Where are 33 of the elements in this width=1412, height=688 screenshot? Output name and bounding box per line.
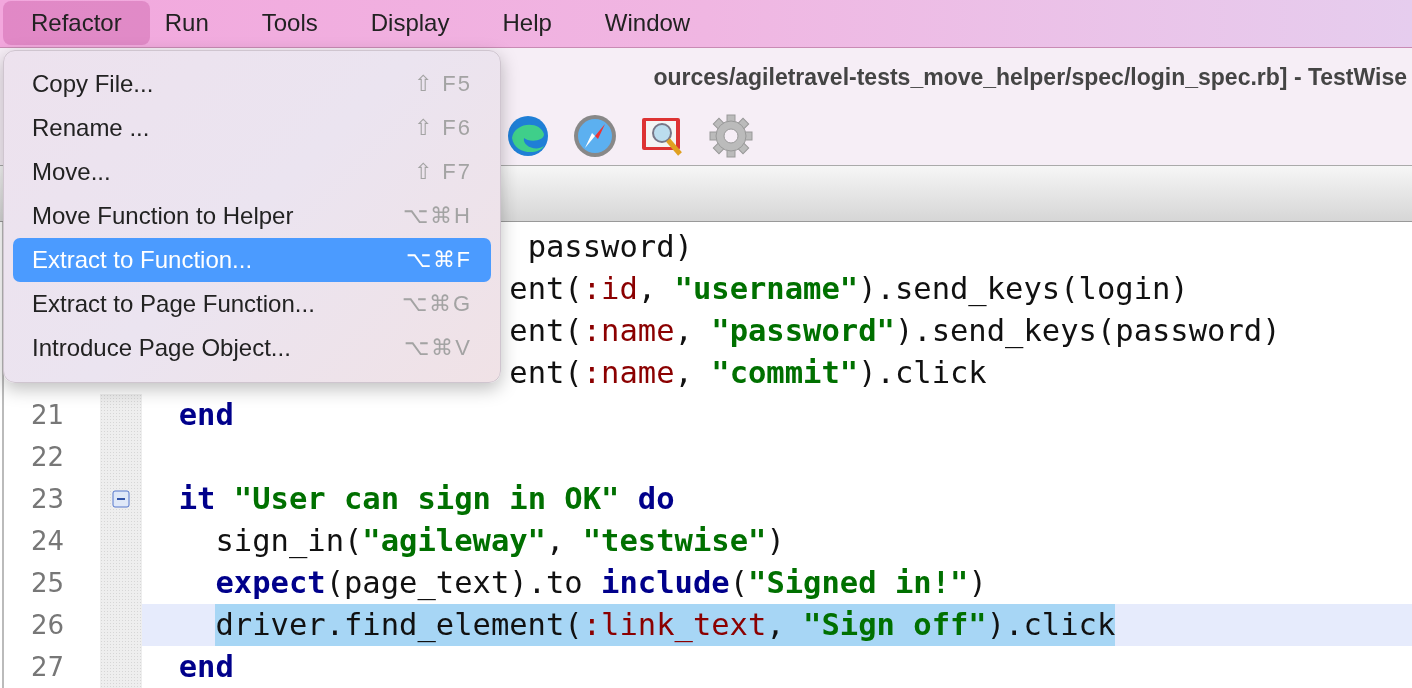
code-line: end <box>178 396 234 434</box>
code-line: end <box>178 648 234 686</box>
selected-code: driver.find_element(:link_text, "Sign off").click <box>215 604 1116 646</box>
line-number: 23 <box>29 484 64 514</box>
line-number: 25 <box>29 568 64 598</box>
code-line: expect(page_text).to include("Signed in!") <box>215 564 987 603</box>
code-line: it "User can sign in OK" do <box>178 480 675 518</box>
line-number: 27 <box>29 652 64 682</box>
menu-title[interactable]: Display <box>355 1 465 46</box>
code-line: ent(:id, "username").send_keys(login) <box>509 270 1189 309</box>
menu-title[interactable]: Run <box>149 1 224 46</box>
menu-item[interactable]: Extract to Page Function... ⌥⌘G <box>13 282 491 326</box>
window-title: ources/agiletravel-tests_move_helper/spec/login_spec.rb] - TestWise <box>653 63 1407 91</box>
code-line: ent(:name, "commit").click <box>509 354 987 392</box>
menu-title[interactable]: Help <box>487 1 567 46</box>
code-line: password) <box>527 228 693 266</box>
collapse-icon[interactable] <box>112 490 130 508</box>
menu-item[interactable]: Copy File... ⇧ F5 <box>13 62 491 106</box>
menu-title[interactable]: Refactor <box>3 1 150 46</box>
browser-icon[interactable] <box>506 113 550 158</box>
code-line: ent(:name, "password").send_keys(password) <box>509 312 1281 351</box>
settings-icon[interactable] <box>708 112 754 159</box>
line-number: 26 <box>29 610 64 640</box>
line-number: 22 <box>29 442 64 472</box>
compass-icon[interactable] <box>572 112 618 159</box>
menu-item[interactable]: Move Function to Helper ⌥⌘H <box>13 194 491 238</box>
menu-item[interactable]: Introduce Page Object... ⌥⌘V <box>13 326 491 370</box>
line-number: 24 <box>29 526 64 556</box>
line-number: 21 <box>29 400 64 430</box>
menu-item[interactable]: Move... ⇧ F7 <box>13 150 491 194</box>
menu-title[interactable]: Tools <box>246 1 333 46</box>
code-line: sign_in("agileway", "testwise") <box>215 522 785 561</box>
menu-title[interactable]: Window <box>589 1 706 46</box>
